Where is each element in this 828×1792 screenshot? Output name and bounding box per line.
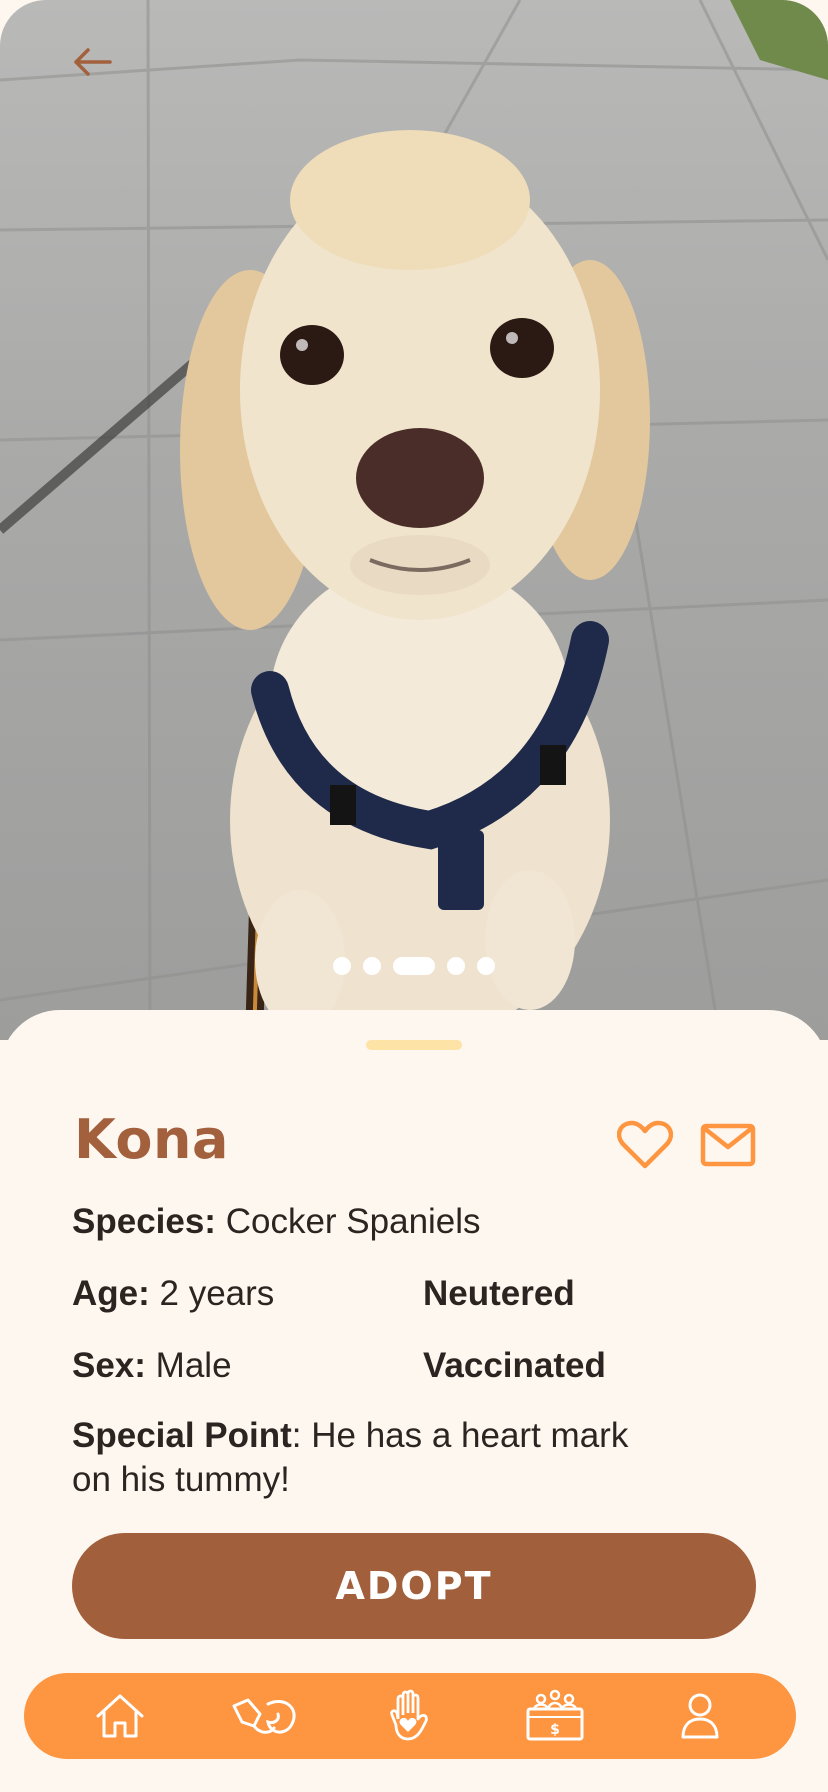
species-label: Species: [72,1202,216,1241]
nav-volunteer[interactable] [370,1681,450,1751]
dog-photo-illustration [0,0,828,1040]
arrow-left-icon [74,48,112,76]
nav-pets[interactable] [225,1681,305,1751]
message-button[interactable] [698,1115,758,1175]
pager-dot[interactable] [363,957,381,975]
pager-dot-active[interactable] [393,957,435,975]
special-point-label: Special Point [72,1416,292,1455]
raised-hand-heart-icon [390,1689,428,1741]
nav-profile[interactable] [660,1681,740,1751]
back-button[interactable] [68,42,116,82]
special-point-row: Special Point: He has a heart mark on hi… [72,1414,672,1502]
home-icon [96,1694,144,1738]
pager-dot[interactable] [477,957,495,975]
age-label: Age: [72,1274,150,1313]
hand-paw-icon [232,1698,296,1734]
sex-label: Sex: [72,1346,146,1385]
adopt-button[interactable]: ADOPT [72,1533,756,1639]
pager-dot[interactable] [333,957,351,975]
bottom-nav: $ [24,1673,796,1759]
sex-value: Male [155,1346,232,1385]
pager-dot[interactable] [447,957,465,975]
heart-icon [617,1120,673,1169]
species-value: Cocker Spaniels [225,1202,481,1241]
nav-donate[interactable]: $ [515,1681,595,1751]
neutered-tag: Neutered [423,1274,575,1313]
favorite-button[interactable] [615,1115,675,1175]
age-row: Age: 2 years [72,1274,274,1314]
age-value: 2 years [159,1274,275,1313]
svg-text:$: $ [550,1722,560,1738]
image-pager [0,957,828,975]
donation-box-icon: $ [526,1689,584,1741]
species-row: Species: Cocker Spaniels [72,1202,481,1242]
pet-name: Kona [74,1108,229,1171]
sex-row: Sex: Male [72,1346,232,1386]
sheet-drag-handle[interactable] [366,1040,462,1050]
nav-home[interactable] [80,1681,160,1751]
mail-icon [700,1123,756,1167]
vaccinated-tag: Vaccinated [423,1346,606,1385]
pet-photo[interactable] [0,0,828,1040]
profile-icon [681,1693,719,1739]
